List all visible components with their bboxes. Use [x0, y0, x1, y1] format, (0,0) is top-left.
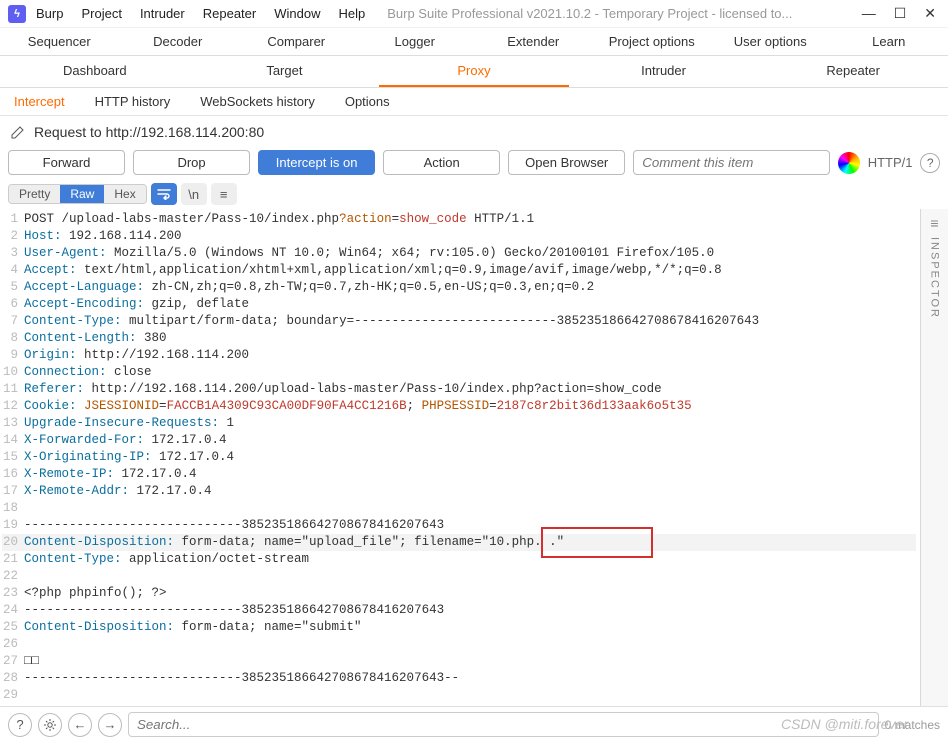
editor-line[interactable]: 23<?php phpinfo(); ?> [2, 585, 916, 602]
drop-button[interactable]: Drop [133, 150, 250, 175]
edit-icon[interactable] [10, 124, 26, 140]
editor-line[interactable]: 13Upgrade-Insecure-Requests: 1 [2, 415, 916, 432]
inspector-sidebar[interactable]: ≡ INSPECTOR [920, 209, 948, 707]
subtab-http-history[interactable]: HTTP history [95, 94, 171, 109]
editor-line[interactable]: 5Accept-Language: zh-CN,zh;q=0.8,zh-TW;q… [2, 279, 916, 296]
subtab-websockets-history[interactable]: WebSockets history [200, 94, 315, 109]
forward-button[interactable]: Forward [8, 150, 125, 175]
help-bottom-icon[interactable]: ? [8, 713, 32, 737]
tab-comparer[interactable]: Comparer [237, 28, 356, 55]
window-title: Burp Suite Professional v2021.10.2 - Tem… [387, 6, 851, 21]
http-message-editor[interactable]: 1POST /upload-labs-master/Pass-10/index.… [0, 209, 920, 707]
wrap-toggle-icon[interactable] [151, 183, 177, 205]
editor-line[interactable]: 15X-Originating-IP: 172.17.0.4 [2, 449, 916, 466]
minimize-icon[interactable]: ― [862, 5, 876, 22]
menu-project[interactable]: Project [81, 6, 121, 21]
editor-line[interactable]: 17X-Remote-Addr: 172.17.0.4 [2, 483, 916, 500]
editor-line[interactable]: 2Host: 192.168.114.200 [2, 228, 916, 245]
request-target-label: Request to http://192.168.114.200:80 [34, 124, 264, 140]
prev-match-icon[interactable]: ← [68, 713, 92, 737]
menu-help[interactable]: Help [338, 6, 365, 21]
editor-line[interactable]: 9Origin: http://192.168.114.200 [2, 347, 916, 364]
proxy-subtabs: Intercept HTTP history WebSockets histor… [0, 88, 948, 115]
menu-repeater[interactable]: Repeater [203, 6, 256, 21]
help-icon[interactable]: ? [920, 153, 940, 173]
editor-line[interactable]: 12Cookie: JSESSIONID=FACCB1A4309C93CA00D… [2, 398, 916, 415]
editor-line[interactable]: 21Content-Type: application/octet-stream [2, 551, 916, 568]
view-hex[interactable]: Hex [104, 185, 145, 203]
menu-burp[interactable]: Burp [36, 6, 63, 21]
editor-line[interactable]: 22 [2, 568, 916, 585]
menu-bar: Burp Project Intruder Repeater Window He… [36, 6, 365, 21]
editor-line[interactable]: 28-----------------------------385235186… [2, 670, 916, 687]
editor-line[interactable]: 6Accept-Encoding: gzip, deflate [2, 296, 916, 313]
highlight-color-icon[interactable] [838, 152, 859, 174]
match-count: 0 matches [885, 718, 940, 732]
menu-window[interactable]: Window [274, 6, 320, 21]
comment-input[interactable] [633, 150, 830, 175]
tab-target[interactable]: Target [190, 56, 380, 87]
tab-proxy[interactable]: Proxy [379, 56, 569, 87]
subtab-intercept[interactable]: Intercept [14, 94, 65, 109]
tab-logger[interactable]: Logger [356, 28, 475, 55]
editor-line[interactable]: 16X-Remote-IP: 172.17.0.4 [2, 466, 916, 483]
view-mode-bar: Pretty Raw Hex \n ≡ [0, 183, 948, 209]
intercept-toggle-button[interactable]: Intercept is on [258, 150, 375, 175]
close-icon[interactable]: ✕ [924, 5, 936, 22]
tab-repeater[interactable]: Repeater [758, 56, 948, 87]
hamburger-icon[interactable]: ≡ [211, 183, 237, 205]
maximize-icon[interactable]: ☐ [894, 5, 907, 22]
bottom-bar: ? ← → 0 matches [0, 706, 948, 742]
search-input[interactable] [128, 712, 879, 737]
view-mode-segmented: Pretty Raw Hex [8, 184, 147, 204]
view-raw[interactable]: Raw [60, 185, 104, 203]
editor-line[interactable]: 18 [2, 500, 916, 517]
editor-line[interactable]: 26 [2, 636, 916, 653]
editor-line[interactable]: 10Connection: close [2, 364, 916, 381]
editor-line[interactable]: 19-----------------------------385235186… [2, 517, 916, 534]
action-button[interactable]: Action [383, 150, 500, 175]
settings-icon[interactable] [38, 713, 62, 737]
app-logo-icon: ϟ [8, 5, 26, 23]
editor-line[interactable]: 24-----------------------------385235186… [2, 602, 916, 619]
editor-line[interactable]: 27□□ [2, 653, 916, 670]
tab-learn[interactable]: Learn [830, 28, 948, 55]
tab-project-options[interactable]: Project options [593, 28, 712, 55]
tab-sequencer[interactable]: Sequencer [0, 28, 119, 55]
collapse-icon[interactable]: ≡ [930, 215, 938, 231]
inspector-label: INSPECTOR [929, 237, 941, 319]
newline-toggle-icon[interactable]: \n [181, 183, 207, 205]
top-tabs-row1: Sequencer Decoder Comparer Logger Extend… [0, 28, 948, 56]
editor-line[interactable]: 25Content-Disposition: form-data; name="… [2, 619, 916, 636]
editor-line[interactable]: 7Content-Type: multipart/form-data; boun… [2, 313, 916, 330]
editor-area: 1POST /upload-labs-master/Pass-10/index.… [0, 209, 948, 707]
editor-line[interactable]: 11Referer: http://192.168.114.200/upload… [2, 381, 916, 398]
tab-extender[interactable]: Extender [474, 28, 593, 55]
next-match-icon[interactable]: → [98, 713, 122, 737]
editor-line[interactable]: 20Content-Disposition: form-data; name="… [2, 534, 916, 551]
http-version-label: HTTP/1 [868, 155, 913, 170]
menu-intruder[interactable]: Intruder [140, 6, 185, 21]
editor-line[interactable]: 8Content-Length: 380 [2, 330, 916, 347]
title-bar: ϟ Burp Project Intruder Repeater Window … [0, 0, 948, 28]
tab-user-options[interactable]: User options [711, 28, 830, 55]
request-header-bar: Request to http://192.168.114.200:80 [0, 118, 948, 146]
tab-intruder[interactable]: Intruder [569, 56, 759, 87]
action-bar: Forward Drop Intercept is on Action Open… [0, 146, 948, 183]
editor-line[interactable]: 3User-Agent: Mozilla/5.0 (Windows NT 10.… [2, 245, 916, 262]
editor-line[interactable]: 14X-Forwarded-For: 172.17.0.4 [2, 432, 916, 449]
open-browser-button[interactable]: Open Browser [508, 150, 625, 175]
tab-decoder[interactable]: Decoder [119, 28, 238, 55]
editor-line[interactable]: 1POST /upload-labs-master/Pass-10/index.… [2, 211, 916, 228]
tab-dashboard[interactable]: Dashboard [0, 56, 190, 87]
top-tabs-row2: Dashboard Target Proxy Intruder Repeater [0, 56, 948, 88]
editor-line[interactable]: 29 [2, 687, 916, 704]
divider [0, 115, 948, 116]
editor-line[interactable]: 4Accept: text/html,application/xhtml+xml… [2, 262, 916, 279]
subtab-options[interactable]: Options [345, 94, 390, 109]
view-pretty[interactable]: Pretty [9, 185, 60, 203]
